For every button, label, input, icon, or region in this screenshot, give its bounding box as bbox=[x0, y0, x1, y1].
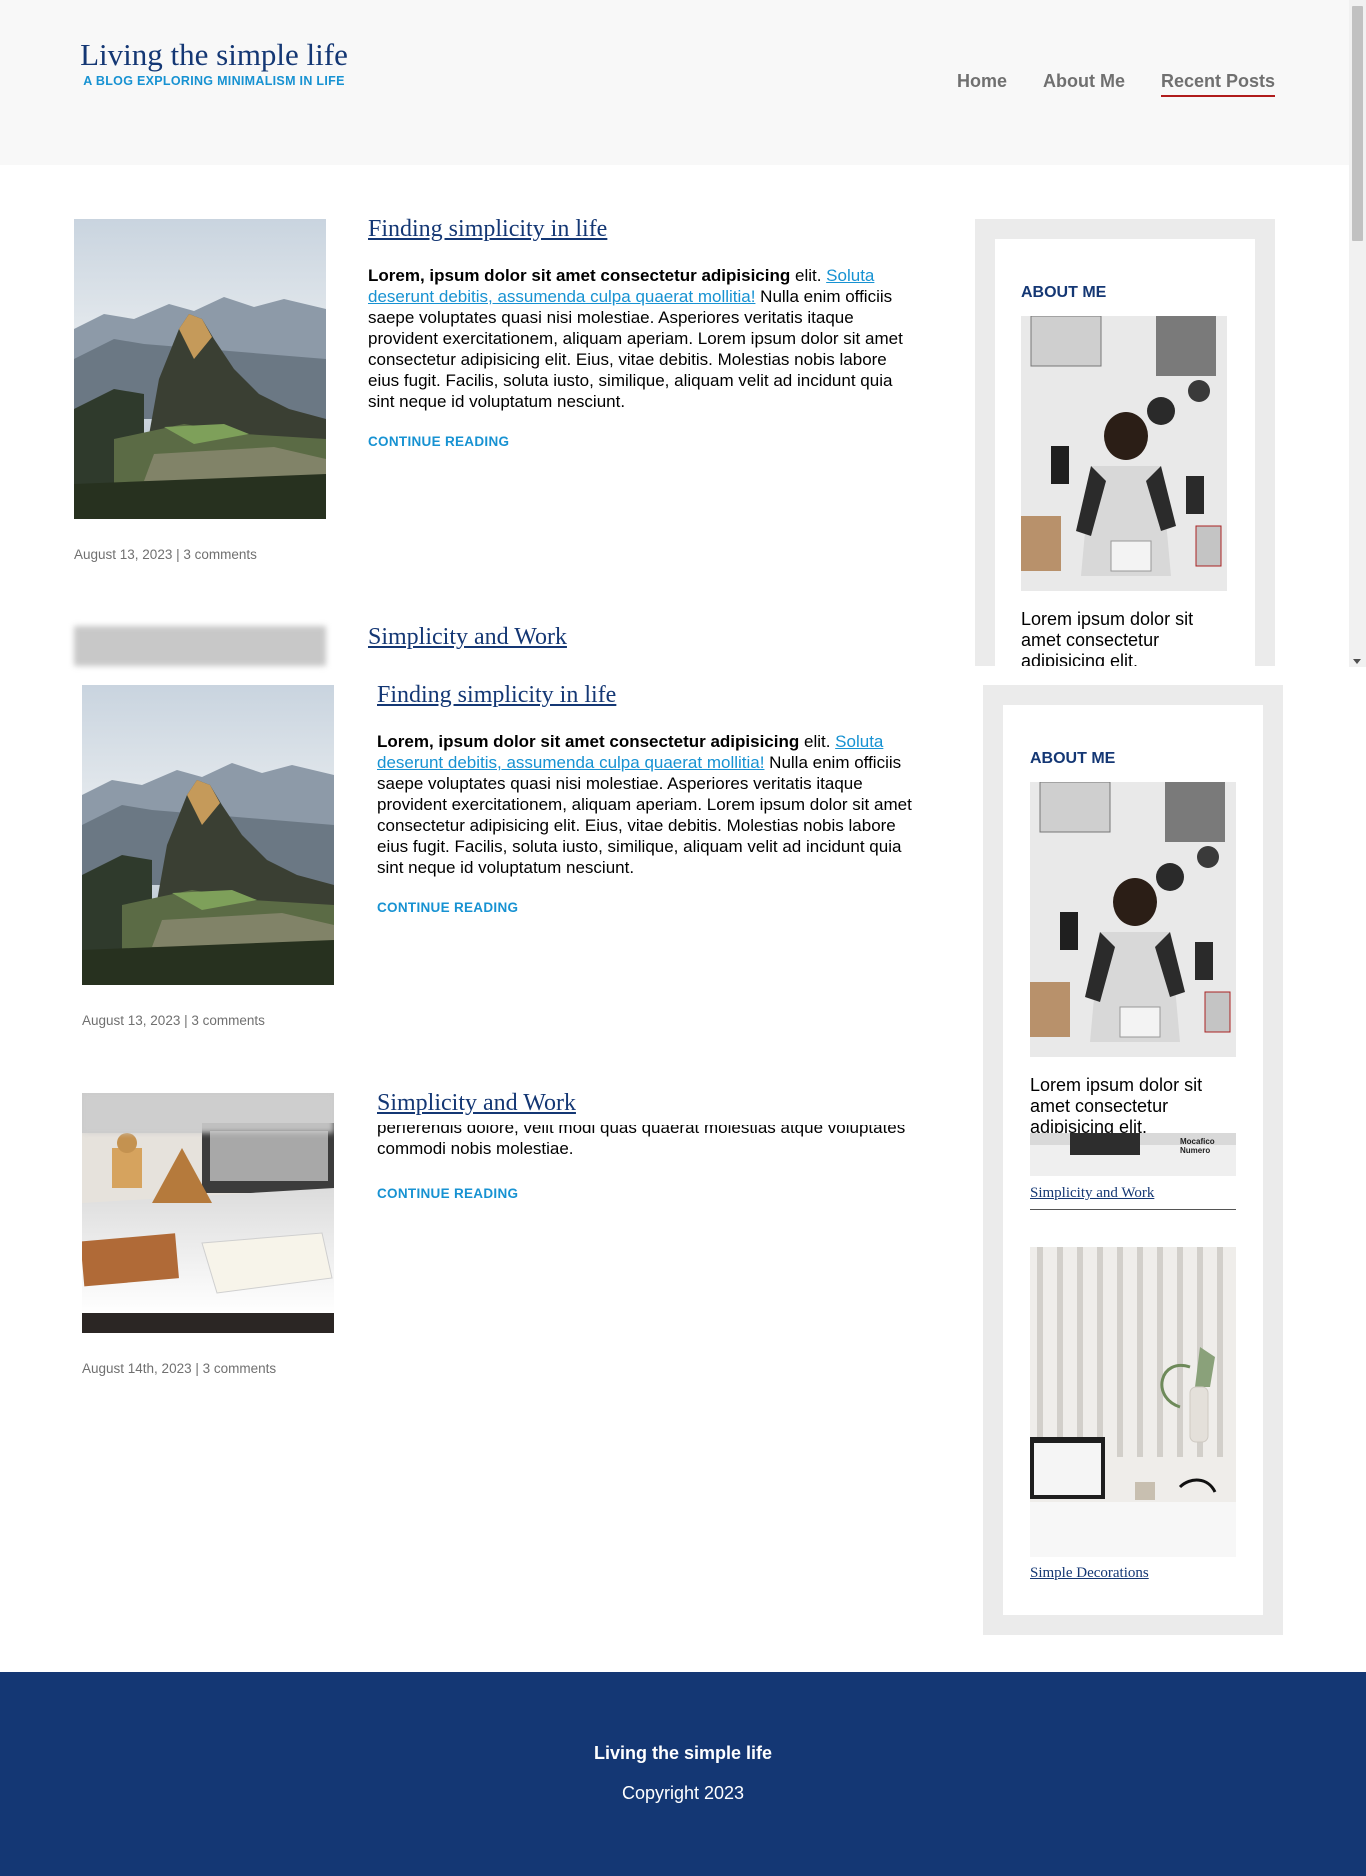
post-excerpt-2: perferendis dolore, velit modi quas quae… bbox=[377, 1125, 906, 1158]
site-footer: Living the simple life Copyright 2023 bbox=[0, 1672, 1366, 1876]
post-excerpt-1: Lorem, ipsum dolor sit amet consectetur … bbox=[377, 731, 917, 878]
site-title[interactable]: Living the simple life bbox=[74, 36, 354, 74]
image-blur-overlay bbox=[82, 1093, 334, 1133]
sidebar-heading: ABOUT ME bbox=[1021, 284, 1107, 301]
divider bbox=[1030, 1209, 1236, 1210]
post-date: August 13, 2023 bbox=[82, 1013, 181, 1028]
continue-reading-link[interactable]: CONTINUE READING bbox=[377, 1186, 518, 1201]
recent-post-image-1[interactable]: Mocafico Numero bbox=[1030, 1133, 1236, 1176]
post-meta: August 13, 2023 | 3 comments bbox=[82, 1013, 265, 1028]
footer-copyright: Copyright 2023 bbox=[621, 1783, 745, 1803]
about-me-text: Lorem ipsum dolor sit amet consectetur a… bbox=[1021, 609, 1194, 666]
main-nav: Home About Me Recent Posts bbox=[957, 71, 1275, 97]
recent-post-title-2[interactable]: Simple Decorations bbox=[1030, 1565, 1149, 1582]
scroll-down-arrow-icon[interactable] bbox=[1353, 659, 1361, 664]
nav-about-me[interactable]: About Me bbox=[1043, 71, 1125, 97]
sidebar-card: ABOUT ME Lorem ipsum dolor sit amet cons… bbox=[995, 239, 1255, 666]
continue-reading-link[interactable]: CONTINUE READING bbox=[377, 900, 518, 915]
recent-post-image-2[interactable] bbox=[1030, 1247, 1236, 1557]
nav-recent-posts[interactable]: Recent Posts bbox=[1160, 71, 1275, 97]
post-title-2[interactable]: Simplicity and Work bbox=[368, 624, 567, 651]
sidebar-heading: ABOUT ME bbox=[1030, 750, 1116, 767]
about-me-text: Lorem ipsum dolor sit amet consectetur a… bbox=[1030, 1075, 1203, 1137]
scrollbar-thumb[interactable] bbox=[1352, 6, 1363, 241]
recent-post-title-1[interactable]: Simplicity and Work bbox=[1030, 1185, 1154, 1202]
post-image-desk-blurred bbox=[74, 626, 326, 666]
sidebar-about-me: ABOUT ME Lorem ipsum dolor sit amet cons… bbox=[975, 219, 1275, 666]
continue-reading-link[interactable]: CONTINUE READING bbox=[368, 434, 509, 449]
image-caption-text: Mocafico Numero bbox=[1180, 1137, 1215, 1155]
brand[interactable]: Living the simple life A BLOG EXPLORING … bbox=[74, 36, 354, 88]
post-image-desk[interactable] bbox=[82, 1093, 334, 1333]
excerpt-bold: Lorem, ipsum dolor sit amet consectetur … bbox=[377, 732, 800, 751]
site-subtitle: A BLOG EXPLORING MINIMALISM IN LIFE bbox=[83, 74, 345, 88]
footer-title: Living the simple life bbox=[593, 1743, 773, 1763]
about-me-photo bbox=[1021, 316, 1227, 591]
sidebar-card: ABOUT ME Lorem ipsum dolor sit amet cons… bbox=[1003, 705, 1263, 1615]
comments-link[interactable]: 3 comments bbox=[191, 1013, 265, 1028]
nav-home[interactable]: Home bbox=[957, 71, 1007, 97]
sidebar-about-me-full: ABOUT ME Lorem ipsum dolor sit amet cons… bbox=[983, 685, 1283, 1635]
scrollbar[interactable] bbox=[1349, 0, 1366, 667]
post-title-2[interactable]: Simplicity and Work bbox=[377, 1090, 576, 1117]
post-excerpt-1: Lorem, ipsum dolor sit amet consectetur … bbox=[368, 265, 908, 412]
post-title-1[interactable]: Finding simplicity in life bbox=[377, 682, 616, 709]
site-header: Living the simple life A BLOG EXPLORING … bbox=[0, 0, 1366, 165]
post-date: August 14th, 2023 bbox=[82, 1361, 192, 1376]
excerpt-text: elit. bbox=[790, 266, 827, 285]
post-image-mountain[interactable] bbox=[74, 219, 326, 519]
post-meta: August 13, 2023 | 3 comments bbox=[74, 547, 257, 562]
post-date: August 13, 2023 bbox=[74, 547, 173, 562]
excerpt-bold: Lorem, ipsum dolor sit amet consectetur … bbox=[368, 266, 791, 285]
excerpt-text: elit. bbox=[799, 732, 836, 751]
post-image-mountain[interactable] bbox=[82, 685, 334, 985]
comments-link[interactable]: 3 comments bbox=[203, 1361, 277, 1376]
about-me-photo bbox=[1030, 782, 1236, 1057]
post-title-1[interactable]: Finding simplicity in life bbox=[368, 216, 607, 243]
post-meta: August 14th, 2023 | 3 comments bbox=[82, 1361, 277, 1376]
post-excerpt-2-clip: perferendis dolore, velit modi quas quae… bbox=[377, 1125, 917, 1165]
comments-link[interactable]: 3 comments bbox=[183, 547, 257, 562]
